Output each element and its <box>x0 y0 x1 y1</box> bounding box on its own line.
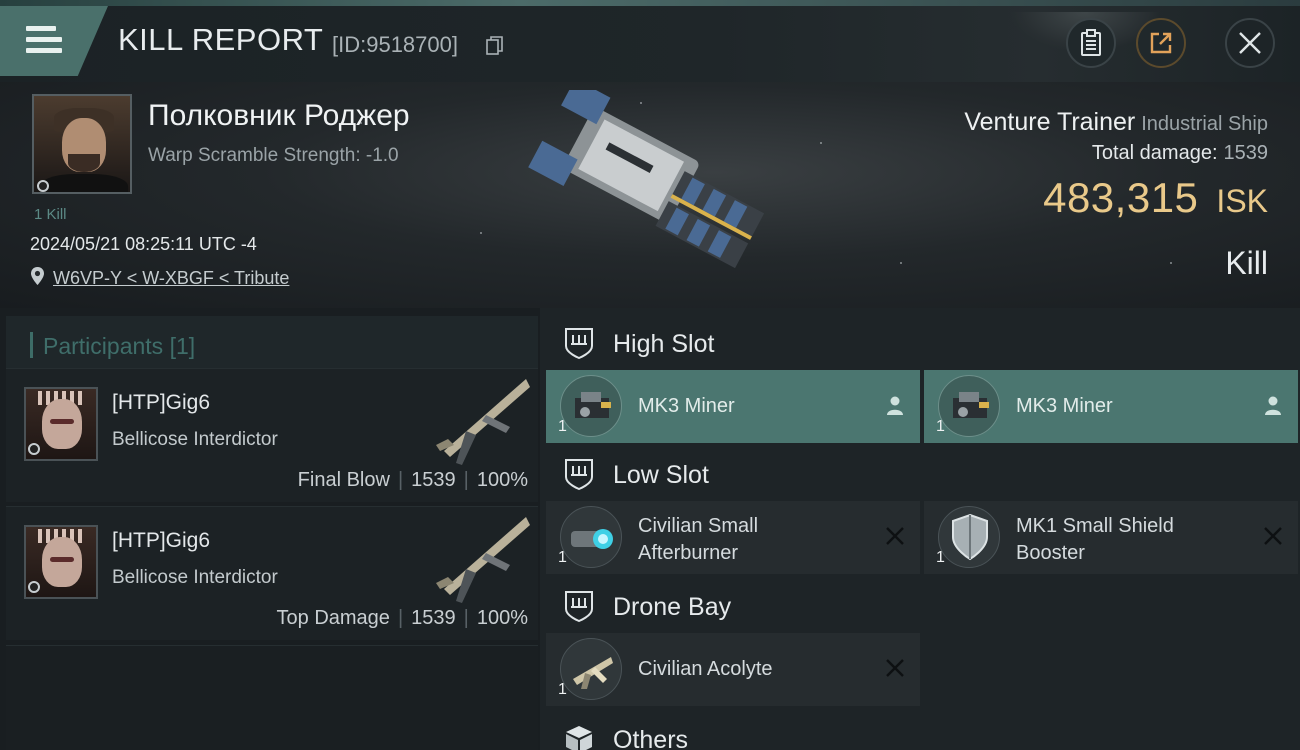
drone-bay-item[interactable]: 1 Civilian Acolyte <box>546 633 920 706</box>
victim-ship-image <box>528 90 765 269</box>
warp-scramble-strength: Warp Scramble Strength: -1.0 <box>148 145 399 166</box>
dropped-x-icon <box>886 527 904 545</box>
item-name-line1: MK1 Small Shield <box>1016 515 1174 537</box>
item-quantity: 1 <box>558 418 567 435</box>
participants-count: [1] <box>169 333 196 359</box>
close-button[interactable] <box>1225 18 1275 68</box>
report-id: [ID:9518700] <box>332 32 458 57</box>
isk-unit: ISK <box>1216 183 1268 219</box>
share-button[interactable] <box>1136 18 1186 68</box>
dropped-x-icon <box>886 659 904 677</box>
high-slot-item[interactable]: 1 MK3 Miner <box>924 370 1298 443</box>
location-pin-icon <box>31 267 44 285</box>
miner-module-icon <box>560 375 622 437</box>
participants-title: Participants <box>43 333 164 359</box>
item-name: Civilian Small Afterburner <box>638 513 758 567</box>
slot-shield-icon <box>565 459 593 491</box>
isk-value: 483,315 ISK <box>1043 174 1268 222</box>
participant-damage: 1539 <box>411 607 456 629</box>
high-slot-item[interactable]: 1 MK3 Miner <box>546 370 920 443</box>
high-slot-label: High Slot <box>613 330 715 358</box>
participant-role: Final Blow <box>297 469 390 491</box>
person-icon <box>887 396 903 415</box>
item-name-line1: Civilian Small <box>638 515 759 537</box>
participant-percent: 100% <box>476 469 528 491</box>
low-slot-item[interactable]: 1 MK1 Small Shield Booster <box>924 501 1298 574</box>
corp-badge-icon <box>28 581 40 593</box>
participant-ship: Bellicose Interdictor <box>112 567 278 588</box>
participant-avatar[interactable] <box>24 387 98 461</box>
menu-icon <box>26 26 62 54</box>
clipboard-icon <box>1081 29 1101 56</box>
dropped-x-icon <box>1264 527 1282 545</box>
others-label: Others <box>613 726 689 750</box>
miner-module-icon <box>938 375 1000 437</box>
low-slot-header: Low Slot <box>546 443 1298 503</box>
copy-icon[interactable] <box>486 36 504 56</box>
participants-empty-area <box>6 645 538 750</box>
low-slot-item[interactable]: 1 Civilian Small Afterburner <box>546 501 920 574</box>
close-icon <box>1239 32 1261 54</box>
corp-badge-icon <box>28 443 40 455</box>
ship-class: Industrial Ship <box>1141 113 1268 135</box>
corp-badge-icon <box>37 180 49 192</box>
participant-ship-image <box>436 517 530 603</box>
drone-icon <box>560 638 622 700</box>
item-name-line2: Booster <box>1016 542 1085 564</box>
participant-stats: Top Damage | 1539 | 100% <box>276 607 528 629</box>
item-quantity: 1 <box>558 681 567 698</box>
participant-name[interactable]: [HTP]Gig6 <box>112 391 210 415</box>
low-slot-label: Low Slot <box>613 461 709 489</box>
item-quantity: 1 <box>936 418 945 435</box>
participant-role: Top Damage <box>276 607 390 629</box>
total-damage-label: Total damage: <box>1091 142 1218 164</box>
item-quantity: 1 <box>936 549 945 566</box>
participant-card[interactable]: [HTP]Gig6 Bellicose Interdictor Final Bl… <box>6 368 538 502</box>
participant-ship: Bellicose Interdictor <box>112 429 278 450</box>
participant-name[interactable]: [HTP]Gig6 <box>112 529 210 553</box>
participants-panel: Participants [1] [HTP]Gig6 Bellicose Int… <box>0 308 540 750</box>
participant-avatar[interactable] <box>24 525 98 599</box>
person-icon <box>1265 396 1281 415</box>
item-quantity: 1 <box>558 549 567 566</box>
participant-card[interactable]: [HTP]Gig6 Bellicose Interdictor Top Dama… <box>6 506 538 640</box>
victim-avatar[interactable] <box>32 94 132 194</box>
fitting-panel: High Slot 1 MK3 Miner 1 MK3 Miner Low Sl… <box>540 308 1300 750</box>
total-damage-value: 1539 <box>1223 142 1269 164</box>
item-name: MK1 Small Shield Booster <box>1016 513 1174 567</box>
victim-ship-name: Venture Trainer Industrial Ship <box>964 108 1268 137</box>
total-damage: Total damage: 1539 <box>1092 142 1268 165</box>
victim-kill-count: 1 Kill <box>34 206 67 223</box>
afterburner-module-icon <box>560 506 622 568</box>
item-name-line2: Afterburner <box>638 542 739 564</box>
slot-shield-icon <box>565 591 593 623</box>
report-result: Kill <box>1225 245 1268 281</box>
high-slot-header: High Slot <box>546 312 1298 372</box>
participants-header: Participants [1] <box>6 316 538 371</box>
item-name: MK3 Miner <box>1016 395 1113 417</box>
share-icon <box>1150 32 1172 54</box>
isk-amount: 483,315 <box>1043 174 1199 221</box>
others-header: Others <box>546 708 1298 750</box>
shield-booster-module-icon <box>938 506 1000 568</box>
page-title: KILL REPORT <box>118 22 324 57</box>
clipboard-button[interactable] <box>1066 18 1116 68</box>
cube-icon <box>566 726 592 750</box>
ship-name-text[interactable]: Venture Trainer <box>964 108 1135 136</box>
drone-bay-label: Drone Bay <box>613 593 732 621</box>
participant-ship-image <box>436 379 530 465</box>
kill-datetime: 2024/05/21 08:25:11 UTC -4 <box>30 234 257 254</box>
item-name: Civilian Acolyte <box>638 658 773 680</box>
participant-damage: 1539 <box>411 469 456 491</box>
kill-location-link[interactable]: W6VP-Y < W-XBGF < Tribute <box>53 268 289 289</box>
victim-name[interactable]: Полковник Роджер <box>148 99 410 133</box>
drone-bay-header: Drone Bay <box>546 575 1298 635</box>
participant-percent: 100% <box>476 607 528 629</box>
participant-stats: Final Blow | 1539 | 100% <box>297 469 528 491</box>
kill-banner: Полковник Роджер Warp Scramble Strength:… <box>0 82 1300 308</box>
slot-shield-icon <box>565 328 593 360</box>
item-name: MK3 Miner <box>638 395 735 417</box>
